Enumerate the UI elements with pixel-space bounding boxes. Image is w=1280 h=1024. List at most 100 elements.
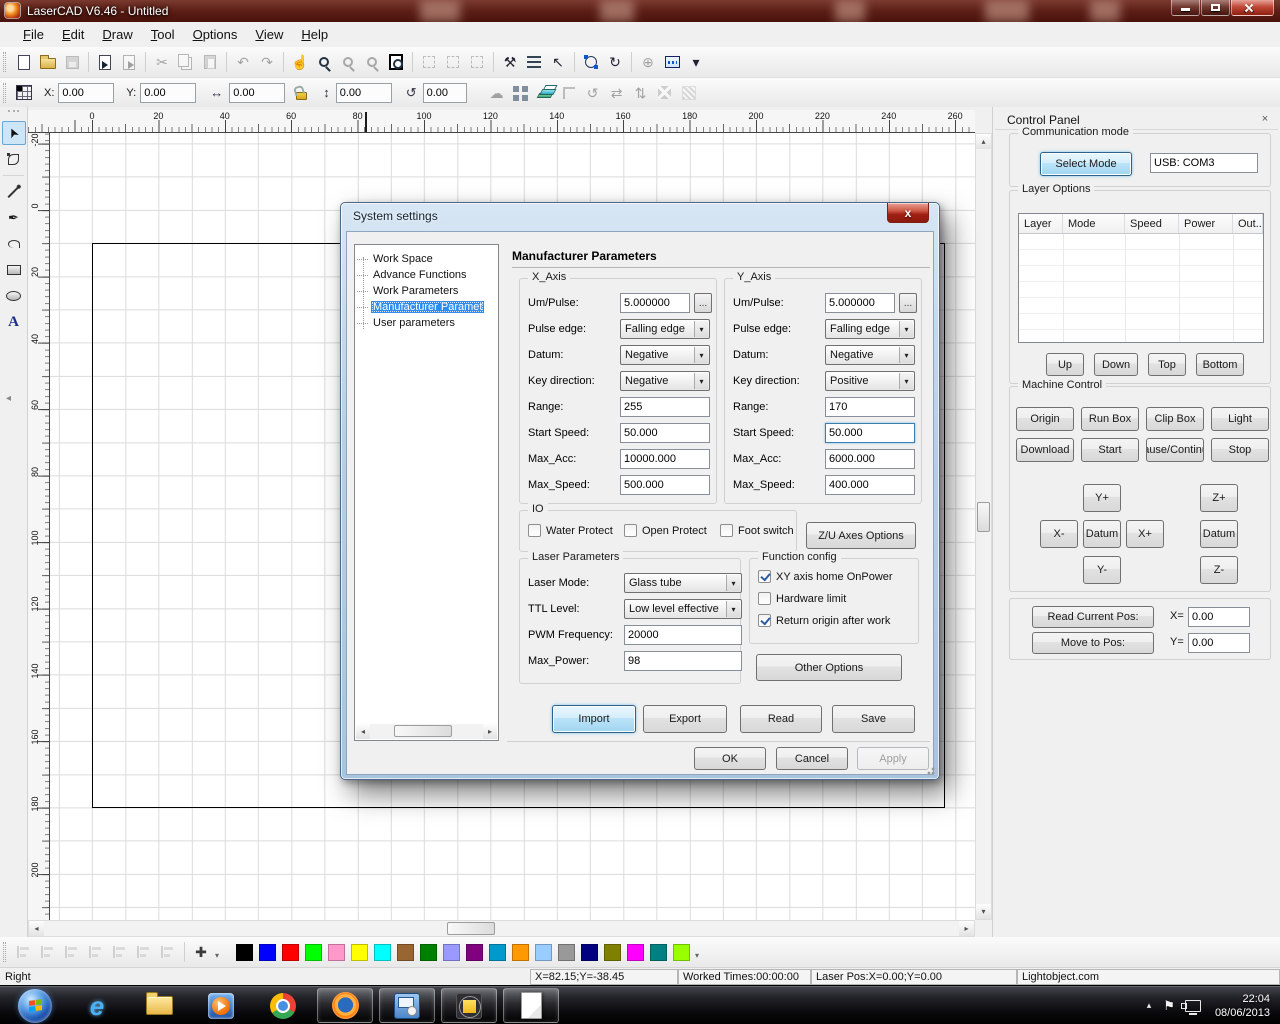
jog-datum-button[interactable]: Datum: [1083, 520, 1121, 548]
column-header-speed[interactable]: Speed: [1125, 214, 1179, 233]
checkbox-xy-axis-home-onpower[interactable]: XY axis home OnPower: [758, 570, 893, 583]
machine-stop-button[interactable]: Stop: [1211, 438, 1269, 462]
z-jog-z+-button[interactable]: Z+: [1200, 484, 1238, 512]
checkbox-box[interactable]: [758, 614, 771, 627]
checkbox-hardware-limit[interactable]: Hardware limit: [758, 592, 846, 605]
color-swatch-6[interactable]: [374, 944, 391, 961]
scroll-thumb[interactable]: [447, 922, 495, 935]
machine-pause-continue-button[interactable]: Pause/Continue: [1146, 438, 1204, 462]
y-coordinate-field[interactable]: [140, 83, 196, 103]
checkbox-water-protect[interactable]: Water Protect: [528, 524, 613, 537]
pen-tool[interactable]: ✒: [2, 206, 26, 230]
bottom-button[interactable]: Bottom: [1196, 353, 1244, 376]
action-center-flag-icon[interactable]: ⚑: [1163, 998, 1175, 1014]
palette-collapse-icon[interactable]: ◂: [6, 393, 11, 404]
export-button[interactable]: Export: [643, 705, 727, 733]
scroll-up-icon[interactable]: ▴: [976, 134, 991, 149]
y-datum-dropdown[interactable]: Negative▾: [825, 345, 915, 365]
color-swatch-17[interactable]: [627, 944, 644, 961]
x-max-speed-field[interactable]: [620, 475, 710, 495]
up-button[interactable]: Up: [1046, 353, 1084, 376]
x-range-field[interactable]: [620, 397, 710, 417]
ie-taskbar-button[interactable]: e: [66, 986, 128, 1024]
menu-item-options[interactable]: Options: [184, 24, 247, 45]
read-current-pos-button[interactable]: Read Current Pos:: [1032, 606, 1154, 628]
z-jog-z-button[interactable]: Z-: [1200, 556, 1238, 584]
select-tool[interactable]: ➤: [2, 121, 26, 145]
cancel-button[interactable]: Cancel: [776, 747, 848, 770]
maximize-button[interactable]: [1201, 0, 1230, 16]
other-options-button[interactable]: Other Options: [756, 654, 902, 681]
color-swatch-16[interactable]: [604, 944, 621, 961]
pan-icon[interactable]: ☝: [289, 51, 311, 73]
color-swatch-13[interactable]: [535, 944, 552, 961]
jog-y+-button[interactable]: Y+: [1083, 484, 1121, 512]
color-swatch-15[interactable]: [581, 944, 598, 961]
rect-tool[interactable]: [2, 258, 26, 282]
column-header-out[interactable]: Out...: [1233, 214, 1263, 233]
aspect-lock-button[interactable]: [290, 82, 312, 104]
checkbox-box[interactable]: [624, 524, 637, 537]
checkbox-foot-switch[interactable]: Foot switch: [720, 524, 794, 537]
document-taskbar-button[interactable]: [503, 988, 559, 1023]
scroll-right-icon[interactable]: ▸: [483, 724, 497, 739]
notes-app-taskbar-button[interactable]: [441, 988, 497, 1023]
top-button[interactable]: Top: [1148, 353, 1186, 376]
color-swatch-3[interactable]: [305, 944, 322, 961]
scroll-left-icon[interactable]: ◂: [356, 724, 370, 739]
y-max-acc-field[interactable]: [825, 449, 915, 469]
color-swatch-19[interactable]: [673, 944, 690, 961]
x-start-speed-field[interactable]: [620, 423, 710, 443]
wmp-taskbar-button[interactable]: [190, 986, 252, 1024]
zu-axes-options-button[interactable]: Z/U Axes Options: [806, 522, 916, 549]
jog-y-button[interactable]: Y-: [1083, 556, 1121, 584]
node-edit-tool[interactable]: [2, 147, 26, 171]
x-um-pulse-more-button[interactable]: ...: [694, 293, 712, 313]
vertical-scrollbar[interactable]: ▴ ▾: [975, 133, 992, 920]
height-field[interactable]: [336, 83, 392, 103]
menu-item-view[interactable]: View: [246, 24, 292, 45]
x-key-direction-dropdown[interactable]: Negative▾: [620, 371, 710, 391]
checkbox-box[interactable]: [528, 524, 541, 537]
color-swatch-14[interactable]: [558, 944, 575, 961]
checkbox-open-protect[interactable]: Open Protect: [624, 524, 707, 537]
tree-item-work-parameters[interactable]: Work Parameters: [357, 283, 460, 299]
y-pulse-edge-dropdown[interactable]: Falling edge▾: [825, 319, 915, 339]
column-header-mode[interactable]: Mode: [1063, 214, 1125, 233]
machine-origin-button[interactable]: Origin: [1016, 407, 1074, 431]
machine-clip-box-button[interactable]: Clip Box: [1146, 407, 1204, 431]
column-header-power[interactable]: Power: [1179, 214, 1233, 233]
move-to-pos-button[interactable]: Move to Pos:: [1032, 632, 1154, 654]
select-mode-button[interactable]: Select Mode: [1040, 152, 1132, 176]
new-icon[interactable]: [13, 51, 35, 73]
dialog-close-button[interactable]: x: [887, 203, 929, 223]
x-coordinate-field[interactable]: [58, 83, 114, 103]
firefox-taskbar-button[interactable]: [317, 988, 373, 1023]
import-icon[interactable]: [94, 51, 116, 73]
text-tool[interactable]: A: [2, 310, 26, 334]
scroll-left-icon[interactable]: ◂: [29, 921, 44, 936]
machine-run-box-button[interactable]: Run Box: [1081, 407, 1139, 431]
x-max-acc-field[interactable]: [620, 449, 710, 469]
horizontal-scrollbar[interactable]: ◂ ▸: [28, 920, 975, 937]
color-swatch-8[interactable]: [420, 944, 437, 961]
max-power-field[interactable]: [624, 651, 742, 671]
y-key-direction-dropdown[interactable]: Positive▾: [825, 371, 915, 391]
close-button[interactable]: [1231, 0, 1274, 16]
menu-item-draw[interactable]: Draw: [93, 24, 141, 45]
menu-item-edit[interactable]: Edit: [53, 24, 93, 45]
lasercad-taskbar-button[interactable]: [379, 988, 435, 1023]
z-jog-datum-button[interactable]: Datum: [1200, 520, 1238, 548]
tree-item-user-parameters[interactable]: User parameters: [357, 315, 457, 331]
line-tool[interactable]: [2, 180, 26, 204]
layer-table[interactable]: LayerModeSpeedPowerOut...: [1018, 213, 1264, 343]
color-swatch-11[interactable]: [489, 944, 506, 961]
chrome-taskbar-button[interactable]: [252, 986, 314, 1024]
pwm-frequency-field[interactable]: [624, 625, 742, 645]
palette-more-icon[interactable]: ▾: [695, 951, 699, 960]
scroll-right-icon[interactable]: ▸: [959, 921, 974, 936]
tree-item-manufacturer-paramet[interactable]: Manufacturer Paramet: [357, 299, 484, 315]
ttl-level-dropdown[interactable]: Low level effective▾: [624, 599, 742, 619]
menu-item-file[interactable]: File: [14, 24, 53, 45]
scroll-thumb[interactable]: [977, 502, 990, 532]
